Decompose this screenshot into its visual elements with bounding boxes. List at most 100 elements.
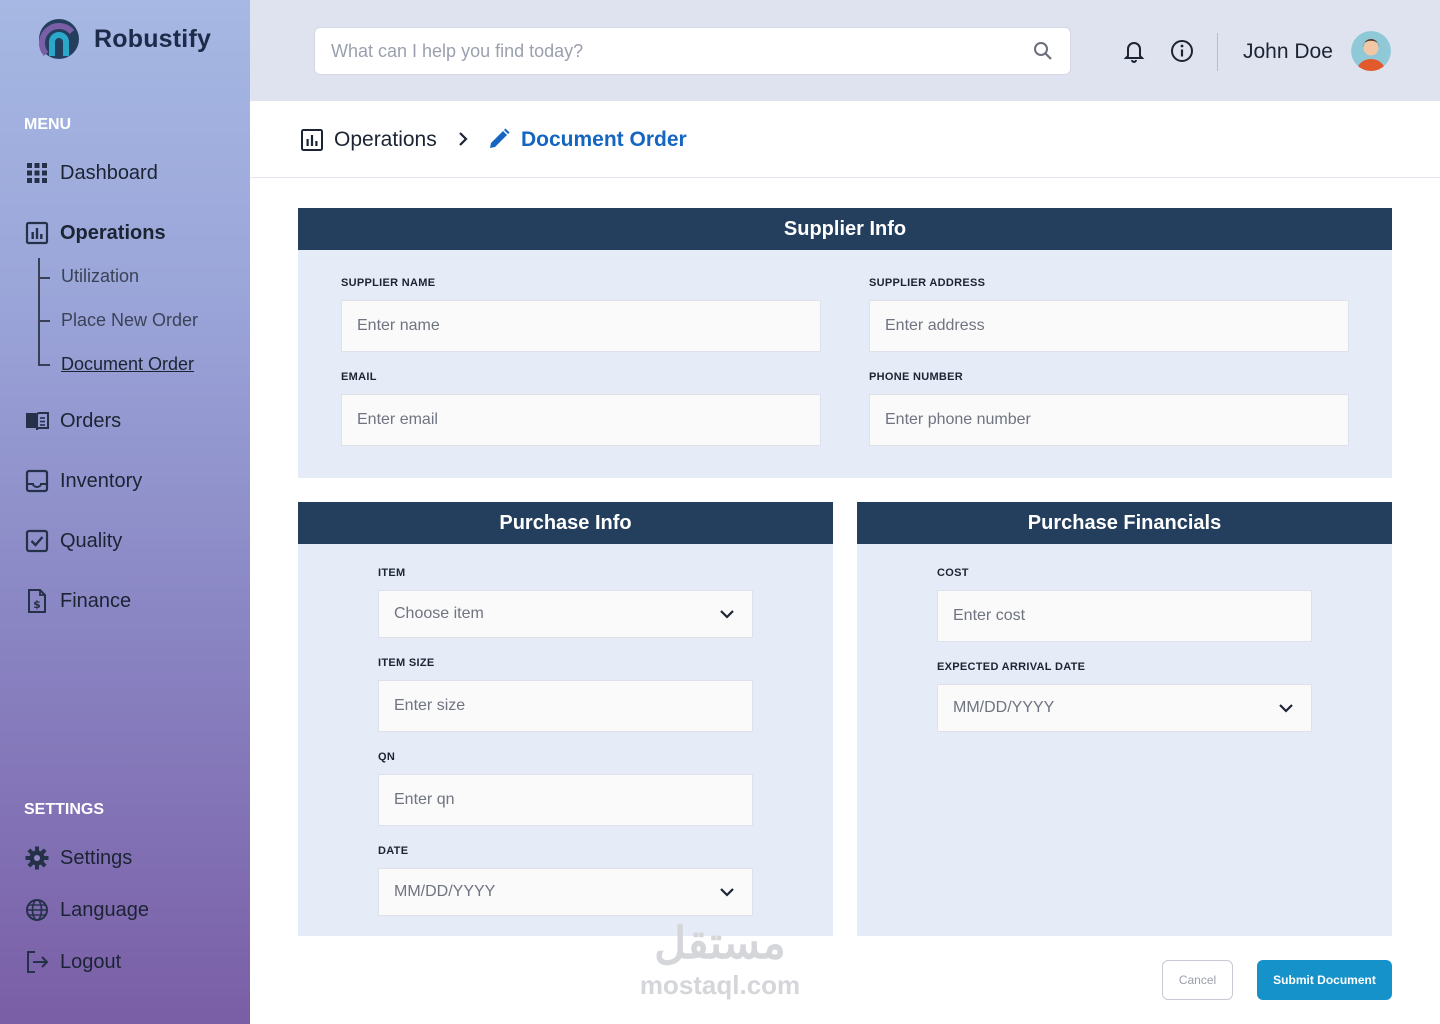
sidebar-item-label: Finance: [60, 589, 132, 612]
supplier-name-field[interactable]: [341, 300, 821, 352]
info-icon[interactable]: [1169, 38, 1195, 64]
arrival-date-value: MM/DD/YYYY: [953, 699, 1055, 716]
cost-field[interactable]: [937, 590, 1312, 642]
purchase-info-panel: Purchase Info ITEM Choose item ITEM SIZE…: [298, 502, 833, 936]
item-size-input[interactable]: [394, 697, 737, 715]
avatar[interactable]: [1351, 31, 1391, 71]
email-field[interactable]: [341, 394, 821, 446]
brand-logo[interactable]: Robustify: [38, 18, 211, 60]
checkbox-icon: [25, 529, 49, 553]
chart-box-icon: [301, 129, 323, 151]
phone-number-input[interactable]: [885, 411, 1333, 429]
submit-document-button[interactable]: Submit Document: [1257, 960, 1392, 1000]
sidebar-item-label: Settings: [60, 846, 133, 869]
supplier-name-label: SUPPLIER NAME: [341, 277, 436, 289]
supplier-address-label: SUPPLIER ADDRESS: [869, 277, 986, 289]
phone-number-label: PHONE NUMBER: [869, 371, 964, 383]
supplier-address-field[interactable]: [869, 300, 1349, 352]
chevron-down-icon: [720, 610, 734, 619]
date-select[interactable]: MM/DD/YYYY: [378, 868, 753, 916]
qn-label: QN: [378, 751, 396, 763]
qn-field[interactable]: [378, 774, 753, 826]
sidebar-item-label: Dashboard: [60, 161, 158, 184]
sidebar: Robustify MENU Dashboard Operations Util…: [0, 0, 250, 1024]
sidebar-item-label: Language: [60, 898, 149, 921]
email-input[interactable]: [357, 411, 805, 429]
watermark: مستقل mostaql.com: [630, 918, 810, 1000]
sidebar-item-language[interactable]: Language: [24, 897, 149, 923]
date-label: DATE: [378, 845, 409, 857]
breadcrumb-operations-link[interactable]: Operations: [334, 128, 437, 152]
search-icon[interactable]: [1032, 40, 1054, 62]
brand-name: Robustify: [94, 24, 212, 53]
sidebar-item-logout[interactable]: Logout: [24, 949, 121, 975]
chevron-right-icon: [459, 132, 468, 146]
supplier-name-input[interactable]: [357, 317, 805, 335]
item-label: ITEM: [378, 567, 406, 579]
item-size-field[interactable]: [378, 680, 753, 732]
sidebar-item-operations[interactable]: Operations: [24, 220, 166, 246]
inbox-icon: [25, 469, 49, 493]
submenu-branch: [38, 277, 50, 279]
sidebar-subitem-place-new-order[interactable]: Place New Order: [61, 310, 198, 331]
sidebar-subitem-utilization[interactable]: Utilization: [61, 266, 139, 287]
item-select[interactable]: Choose item: [378, 590, 753, 638]
pencil-icon: [490, 128, 510, 148]
sidebar-item-label: Operations: [60, 221, 166, 244]
chevron-down-icon: [720, 888, 734, 897]
svg-text:$: $: [33, 598, 41, 611]
sidebar-item-settings[interactable]: Settings: [24, 845, 132, 871]
globe-icon: [26, 899, 48, 921]
bell-icon[interactable]: [1121, 38, 1147, 64]
supplier-info-panel: Supplier Info SUPPLIER NAME SUPPLIER ADD…: [298, 208, 1392, 478]
date-select-value: MM/DD/YYYY: [394, 883, 496, 900]
cancel-button[interactable]: Cancel: [1162, 960, 1233, 1000]
sidebar-item-orders[interactable]: Orders: [24, 408, 121, 434]
panel-title: Supplier Info: [298, 208, 1392, 250]
robustify-logo-icon: [39, 19, 79, 59]
panel-title: Purchase Info: [298, 502, 833, 544]
qn-input[interactable]: [394, 791, 737, 809]
sidebar-item-finance[interactable]: $ Finance: [24, 588, 131, 614]
user-name[interactable]: John Doe: [1243, 40, 1333, 64]
settings-section-label: SETTINGS: [24, 801, 105, 818]
sidebar-item-quality[interactable]: Quality: [24, 528, 122, 554]
sidebar-item-label: Inventory: [60, 469, 143, 492]
cost-input[interactable]: [953, 607, 1296, 625]
logout-icon: [27, 951, 49, 973]
breadcrumb-current-page: Document Order: [521, 128, 687, 151]
submenu-branch: [38, 320, 50, 322]
supplier-address-input[interactable]: [885, 317, 1333, 335]
purchase-financials-panel: Purchase Financials COST EXPECTED ARRIVA…: [857, 502, 1392, 936]
item-select-value: Choose item: [394, 605, 484, 622]
menu-section-label: MENU: [24, 116, 72, 133]
submenu-branch: [38, 364, 50, 366]
chevron-down-icon: [1279, 704, 1293, 713]
watermark-arabic-text: مستقل: [654, 919, 786, 968]
user-avatar-icon: [1351, 31, 1391, 71]
search-bar[interactable]: [314, 27, 1071, 75]
gear-icon: [25, 846, 49, 870]
phone-number-field[interactable]: [869, 394, 1349, 446]
item-size-label: ITEM SIZE: [378, 657, 435, 669]
cost-label: COST: [937, 567, 969, 579]
invoice-icon: $: [28, 589, 46, 613]
sidebar-item-inventory[interactable]: Inventory: [24, 468, 142, 494]
sidebar-item-label: Logout: [60, 950, 122, 973]
expected-arrival-date-select[interactable]: MM/DD/YYYY: [937, 684, 1312, 732]
submenu-tree-line: [38, 258, 40, 366]
top-bar: John Doe: [250, 0, 1440, 101]
email-label: EMAIL: [341, 371, 377, 383]
expected-arrival-date-label: EXPECTED ARRIVAL DATE: [937, 661, 1086, 673]
sidebar-item-label: Orders: [60, 409, 122, 432]
book-icon: [26, 412, 49, 431]
grid-icon: [27, 163, 47, 183]
panel-title: Purchase Financials: [857, 502, 1392, 544]
chart-box-icon: [25, 221, 49, 245]
breadcrumb: Operations Document Order: [250, 101, 1440, 178]
sidebar-item-dashboard[interactable]: Dashboard: [24, 160, 158, 186]
search-input[interactable]: [331, 40, 1032, 62]
sidebar-subitem-document-order[interactable]: Document Order: [61, 354, 194, 375]
watermark-latin-text: mostaql.com: [639, 970, 801, 1000]
sidebar-item-label: Quality: [60, 529, 123, 552]
